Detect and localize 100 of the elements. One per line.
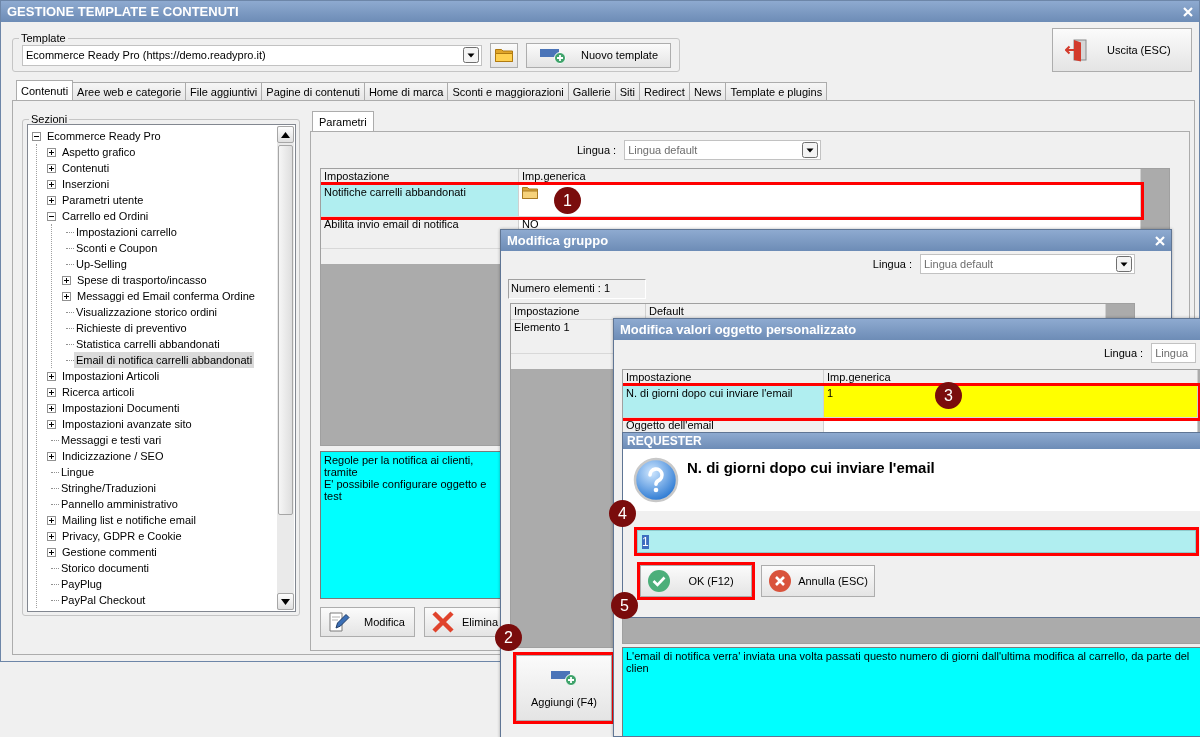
tab[interactable]: Pagine di contenuti [261,82,365,100]
tree-item[interactable]: Impostazioni avanzate sito [60,416,194,432]
close-icon[interactable] [1183,6,1193,17]
tree-item[interactable]: Spese di trasporto/incasso [75,272,209,288]
tree-item[interactable]: Indicizzazione / SEO [60,448,166,464]
edit-button[interactable]: Modifica [320,607,415,637]
ok-button[interactable]: OK (F12) [640,565,752,597]
plus-box-icon[interactable] [47,179,56,189]
tab[interactable]: News [688,82,727,100]
tab[interactable]: Parametri [312,111,374,131]
tree-item[interactable]: Mailing list e notifiche email [60,512,198,528]
template-dropdown[interactable]: Ecommerce Ready Pro (https://demo.readypro.it) [22,44,482,66]
tree-item[interactable]: Statistica carrelli abbandonati [74,336,222,352]
tab[interactable]: Contenuti [16,80,74,100]
minus-box-icon[interactable] [32,131,41,141]
tree-item[interactable]: Inserzioni [60,176,112,192]
tree-item[interactable]: Messaggi ed Email conferma Ordine [75,288,257,304]
tab[interactable]: File aggiuntivi [185,82,263,100]
column-header: Impostazione [511,304,646,320]
table-cell: N. di giorni dopo cui inviare l'email [623,386,824,418]
cancel-button[interactable]: Annulla (ESC) [761,565,875,597]
value-field[interactable]: 1 [637,530,1196,553]
door-arrow-icon [1065,38,1089,62]
tree-item[interactable]: Impostazioni Documenti [60,400,182,416]
tree-item[interactable]: Visualizzazione storico ordini [74,304,220,320]
tree-item[interactable]: Carrello ed Ordini [60,208,151,224]
tree-item[interactable]: Contenuti [60,160,112,176]
description-text: E' possibile configurare oggetto e test [324,478,488,502]
tab[interactable]: Siti [614,82,640,100]
tree-item[interactable]: Stringhe/Traduzioni [59,480,158,496]
minus-box-icon[interactable] [47,211,56,221]
plus-box-icon[interactable] [47,419,56,429]
tree-item[interactable]: Aspetto grafico [60,144,138,160]
description-text: L'email di notifica verra' inviata una volta passati questo numero di giorni dall'ultima modifica al carrello, da parte del clien [626,650,1191,674]
count-field: Numero elementi : 1 [508,279,646,299]
language-label: Lingua : [577,143,617,156]
up-arrow-icon [281,131,290,138]
tree-item[interactable]: Privacy, GDPR e Cookie [60,528,184,544]
tree-item[interactable]: Messaggi e testi vari [59,432,164,448]
plus-box-icon[interactable] [47,371,56,381]
plus-box-icon[interactable] [47,195,56,205]
pencil-icon [327,610,351,634]
window-title: GESTIONE TEMPLATE E CONTENUTI [7,4,239,19]
bar-plus-icon [539,46,567,64]
plus-box-icon[interactable] [62,291,71,301]
tree-item[interactable]: Storico documenti [59,560,152,576]
tab[interactable]: Gallerie [567,82,616,100]
tree-item[interactable]: Parametri utente [60,192,146,208]
tab[interactable]: Aree web e categorie [72,82,187,100]
caret-icon [1116,255,1132,272]
language-dropdown[interactable]: Lingua default [624,139,822,160]
plus-box-icon[interactable] [62,275,71,285]
tree-item[interactable]: Impostazioni carrello [74,224,179,240]
close-icon [1155,235,1165,246]
new-template-button[interactable]: Nuovo template [526,42,671,68]
plus-box-icon[interactable] [47,163,56,173]
language-dropdown[interactable]: Lingua [1151,342,1197,363]
exit-button[interactable]: Uscita (ESC) [1052,28,1192,72]
description-text: Regole per la notifica ai clienti, tramite [324,454,475,478]
check-icon [647,569,671,593]
plus-box-icon[interactable] [47,147,56,157]
tree-item[interactable]: Email di notifica carrelli abbandonati [74,352,255,368]
bar-plus-icon [550,668,578,686]
plus-box-icon[interactable] [47,451,56,461]
tree-item[interactable]: Up-Selling [74,256,129,272]
language-dropdown[interactable]: Lingua default [920,253,1135,274]
scroll-thumb[interactable] [278,145,293,515]
language-label: Lingua : [1104,346,1144,359]
tab[interactable]: Redirect [638,82,690,100]
caret-icon [802,141,819,158]
plus-box-icon[interactable] [47,531,56,541]
tree-item[interactable]: Impostazioni Articoli [60,368,162,384]
tab[interactable]: Sconti e maggiorazioni [447,82,569,100]
language-label: Lingua : [872,257,912,270]
dialog-title: REQUESTER [627,434,702,448]
cross-icon [768,569,792,593]
plus-box-icon[interactable] [47,515,56,525]
tree-item[interactable]: Richieste di preventivo [74,320,189,336]
group-label: Template [19,31,68,45]
tree-item[interactable]: Ricerca articoli [60,384,137,400]
tree-item[interactable]: PayPlug [59,576,104,592]
tree-item[interactable]: Ecommerce Ready Pro [45,128,163,144]
folder-icon [495,48,513,62]
tree-item[interactable]: Pannello amministrativo [59,496,180,512]
plus-box-icon[interactable] [47,387,56,397]
scroll-down-button[interactable] [277,593,294,610]
scroll-up-button[interactable] [277,126,294,143]
caret-icon [463,47,479,63]
tab[interactable]: Home di marca [363,82,449,100]
question-text: N. di giorni dopo cui inviare l'email [687,459,935,478]
tree-item[interactable]: Sconti e Coupon [74,240,160,256]
tree-item[interactable]: PayPal Checkout [59,592,148,608]
add-button[interactable]: Aggiungi (F4) [516,655,612,721]
folder-icon [522,186,538,199]
tree-item[interactable]: Gestione commenti [60,544,159,560]
plus-box-icon[interactable] [47,403,56,413]
tree-item[interactable]: Lingue [59,464,97,480]
tab[interactable]: Template e plugins [725,82,828,100]
folder-button[interactable] [490,42,518,68]
plus-box-icon[interactable] [47,547,56,557]
